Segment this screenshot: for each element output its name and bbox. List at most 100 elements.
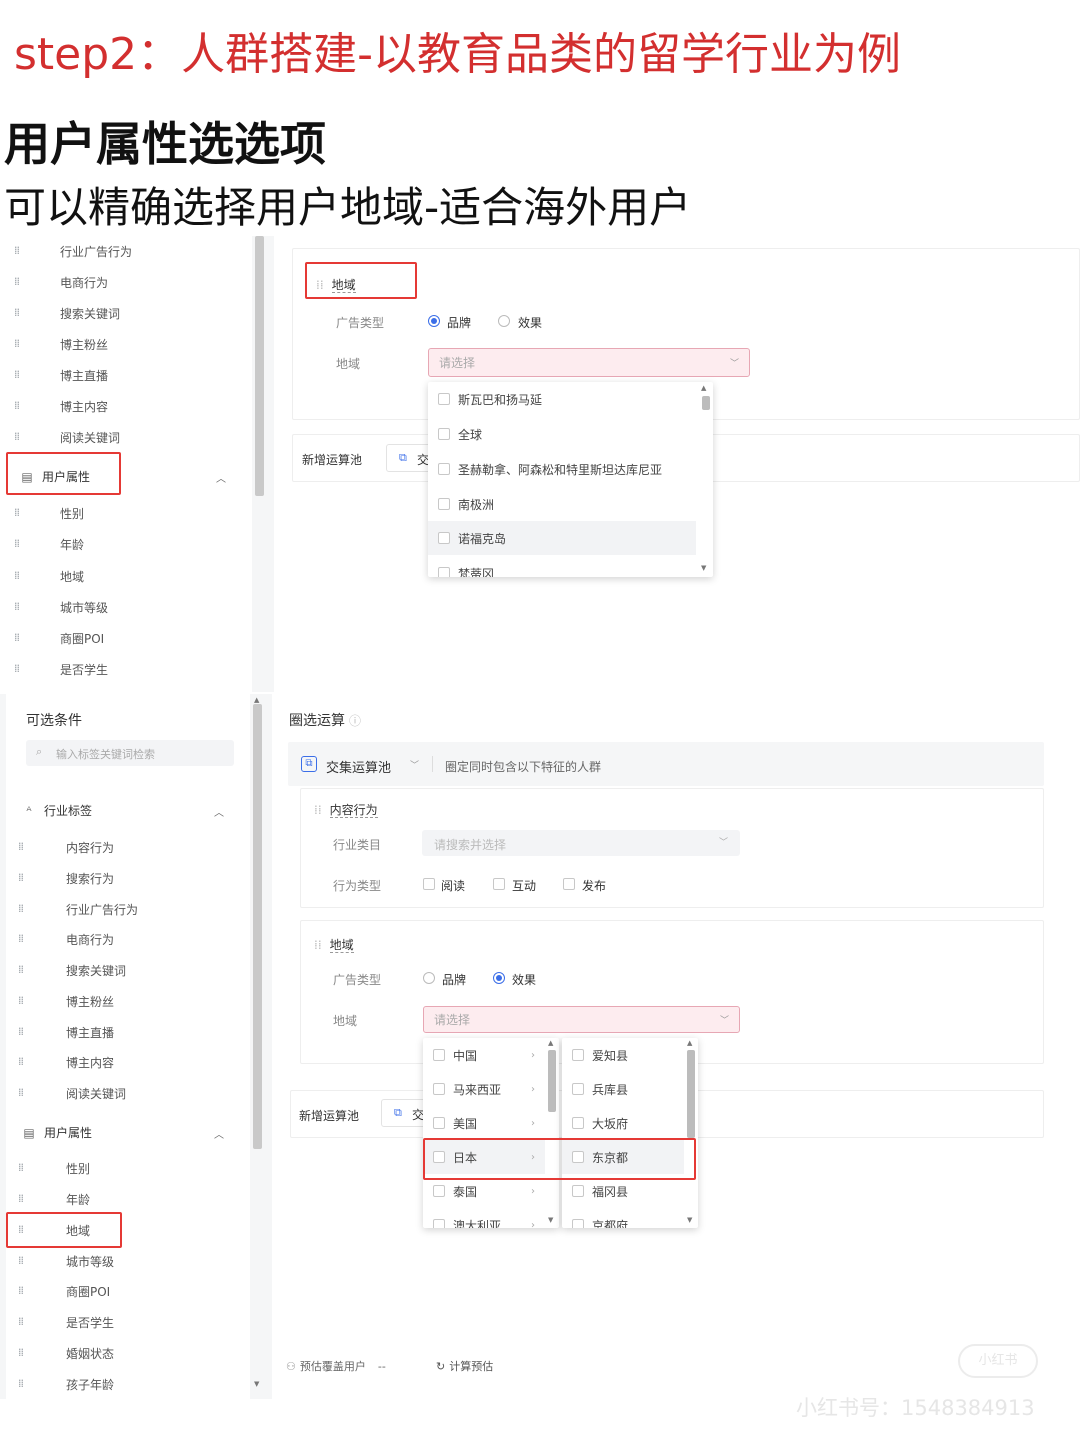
calc-estimate-button[interactable]: ↻ 计算预估	[436, 1358, 493, 1374]
tag-search-input[interactable]: ⌕ 输入标签关键词检索	[26, 740, 234, 766]
sidebar-item[interactable]: ⁞⁞ 博主直播	[0, 360, 252, 390]
dropdown-scrollbar[interactable]	[548, 1050, 556, 1112]
drag-handle-icon[interactable]: ⁞⁞	[18, 1347, 28, 1359]
checkbox[interactable]	[572, 1049, 584, 1061]
drag-handle-icon[interactable]: ⁞⁞	[18, 1056, 28, 1068]
checkbox[interactable]	[572, 1117, 584, 1129]
sidebar-item[interactable]: ⁞⁞ 阅读关键词	[0, 422, 252, 452]
drag-handle-icon[interactable]: ⁞⁞	[14, 431, 24, 443]
scroll-up-icon[interactable]: ▲	[701, 384, 706, 392]
scroll-down-icon[interactable]: ▼	[548, 1216, 553, 1224]
dropdown-scrollbar[interactable]	[687, 1050, 695, 1138]
chevron-up-icon[interactable]: ︿	[214, 804, 224, 819]
dropdown-option[interactable]: 全球	[428, 417, 713, 451]
section-industry[interactable]: ᴬ 行业标签	[22, 802, 92, 819]
sidebar-scrollbar[interactable]	[253, 704, 262, 1149]
checkbox[interactable]	[572, 1083, 584, 1095]
drag-handle-icon[interactable]: ⁞⁞	[14, 632, 24, 644]
drag-handle-icon[interactable]: ⁞⁞	[14, 245, 24, 257]
checkbox[interactable]	[433, 1185, 445, 1197]
sidebar-item[interactable]: ⁞⁞ 是否学生	[0, 654, 252, 684]
industry-cat-select[interactable]: 请搜索并选择 ﹀	[422, 830, 740, 856]
scroll-up-icon[interactable]: ▲	[687, 1039, 692, 1047]
section-user-attr[interactable]: ▤ 用户属性	[22, 1124, 92, 1141]
pool-name[interactable]: 交集运算池	[326, 757, 391, 776]
sidebar-item[interactable]: ⁞⁞ 搜索行为	[0, 863, 250, 893]
dropdown-option[interactable]: 斯瓦巴和扬马延	[428, 382, 713, 416]
radio-brand[interactable]	[428, 315, 440, 327]
sidebar-item[interactable]: ⁞⁞ 商圈POI	[0, 623, 252, 653]
region-select[interactable]: 请选择 ﹀	[423, 1006, 740, 1033]
scroll-up-icon[interactable]: ▲	[254, 696, 259, 704]
dropdown-option[interactable]: 梵蒂冈	[428, 556, 713, 577]
sidebar-scrollbar[interactable]	[255, 236, 264, 496]
drag-handle-icon[interactable]: ⁞⁞	[18, 1285, 28, 1297]
sidebar-item[interactable]: ⁞⁞ 商圈POI	[0, 1276, 250, 1306]
drag-handle-icon[interactable]: ⁞⁞	[14, 507, 24, 519]
radio-performance[interactable]	[498, 315, 510, 327]
drag-handle-icon[interactable]: ⁞⁞	[14, 369, 24, 381]
drag-handle-icon[interactable]: ⁞⁞	[18, 841, 28, 853]
sidebar-item[interactable]: ⁞⁞ 内容行为	[0, 832, 250, 862]
checkbox[interactable]	[433, 1117, 445, 1129]
sidebar-item[interactable]: ⁞⁞ 阅读关键词	[0, 1078, 250, 1108]
dropdown-option[interactable]: 诺福克岛	[428, 521, 696, 555]
drag-handle-icon[interactable]: ⁞⁞	[14, 570, 24, 582]
radio-brand[interactable]	[423, 972, 435, 984]
sidebar-item[interactable]: ⁞⁞ 搜索关键词	[0, 298, 252, 328]
sidebar-item[interactable]: ⁞⁞ 搜索关键词	[0, 955, 250, 985]
scroll-up-icon[interactable]: ▲	[548, 1039, 553, 1047]
sidebar-item[interactable]: ⁞⁞ 地域	[0, 561, 252, 591]
drag-handle-icon[interactable]: ⁞⁞	[18, 903, 28, 915]
drag-handle-icon[interactable]: ⁞⁞	[18, 1162, 28, 1174]
prefecture-option[interactable]: 大坂府	[562, 1106, 684, 1140]
prefecture-option[interactable]: 京都府	[562, 1208, 684, 1228]
checkbox[interactable]	[438, 532, 450, 544]
drag-handle-icon[interactable]: ⁞⁞	[18, 964, 28, 976]
checkbox-interact[interactable]	[493, 878, 505, 890]
checkbox[interactable]	[572, 1185, 584, 1197]
scroll-down-icon[interactable]: ▼	[254, 1380, 259, 1388]
sidebar-item[interactable]: ⁞⁞ 城市等级	[0, 592, 252, 622]
sidebar-item[interactable]: ⁞⁞ 孩子年龄	[0, 1369, 250, 1399]
scroll-down-icon[interactable]: ▼	[687, 1216, 692, 1224]
checkbox[interactable]	[438, 428, 450, 440]
drag-handle-icon[interactable]: ⁞⁞	[18, 1316, 28, 1328]
chevron-up-icon[interactable]: ︿	[216, 470, 226, 485]
prefecture-option[interactable]: 爱知县	[562, 1038, 684, 1072]
drag-handle-icon[interactable]: ⁞⁞	[18, 1378, 28, 1390]
region-select[interactable]: 请选择 ﹀	[428, 348, 750, 377]
sidebar-item[interactable]: ⁞⁞ 婚姻状态	[0, 1338, 250, 1368]
sidebar-item[interactable]: ⁞⁞ 性别	[0, 1153, 250, 1183]
sidebar-item[interactable]: ⁞⁞ 是否学生	[0, 1307, 250, 1337]
country-option[interactable]: 中国 ›	[423, 1038, 545, 1072]
checkbox-read[interactable]	[423, 878, 435, 890]
drag-handle-icon[interactable]: ⁞⁞	[14, 663, 24, 675]
drag-handle-icon[interactable]: ⁞⁞	[14, 338, 24, 350]
radio-performance[interactable]	[493, 972, 505, 984]
drag-handle-icon[interactable]: ⁞⁞	[18, 995, 28, 1007]
chevron-down-icon[interactable]: ﹀	[410, 758, 419, 771]
checkbox-publish[interactable]	[563, 878, 575, 890]
drag-handle-icon[interactable]: ⁞⁞	[14, 307, 24, 319]
drag-handle-icon[interactable]: ⁞⁞	[18, 933, 28, 945]
prefecture-option[interactable]: 兵库县	[562, 1072, 684, 1106]
sidebar-item[interactable]: ⁞⁞ 性别	[0, 498, 252, 528]
dropdown-scrollbar[interactable]	[702, 396, 710, 410]
sidebar-item[interactable]: ⁞⁞ 城市等级	[0, 1246, 250, 1276]
chevron-up-icon[interactable]: ︿	[214, 1126, 224, 1141]
country-option[interactable]: 马来西亚 ›	[423, 1072, 545, 1106]
sidebar-item[interactable]: ⁞⁞ 年龄	[0, 529, 252, 559]
checkbox[interactable]	[438, 393, 450, 405]
checkbox[interactable]	[433, 1083, 445, 1095]
scroll-down-icon[interactable]: ▼	[701, 564, 706, 572]
dropdown-option[interactable]: 圣赫勒拿、阿森松和特里斯坦达库尼亚	[428, 452, 713, 486]
drag-handle-icon[interactable]: ⁞⁞	[18, 872, 28, 884]
drag-handle-icon[interactable]: ⁞⁞	[14, 601, 24, 613]
sidebar-item[interactable]: ⁞⁞ 行业广告行为	[0, 236, 252, 266]
help-icon[interactable]: ⓘ	[349, 714, 361, 728]
drag-handle-icon[interactable]: ⁞⁞	[18, 1087, 28, 1099]
country-option[interactable]: 美国 ›	[423, 1106, 545, 1140]
checkbox[interactable]	[438, 498, 450, 510]
sidebar-item[interactable]: ⁞⁞ 电商行为	[0, 267, 252, 297]
